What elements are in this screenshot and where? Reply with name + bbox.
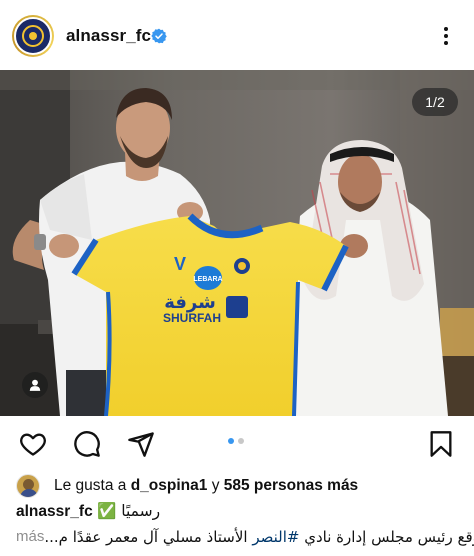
- comment-icon[interactable]: [72, 430, 102, 458]
- jersey-sponsor-shurfah: SHURFAH: [163, 311, 221, 325]
- verified-icon: [151, 28, 167, 44]
- caption-text-2: وقع رئيس مجلس إدارة نادي #النصر الأستاذ …: [44, 528, 474, 546]
- carousel-dot-active: [228, 438, 234, 444]
- carousel-counter: 1/2: [412, 88, 458, 116]
- likes-others[interactable]: 585 personas más: [224, 477, 358, 495]
- likes-summary[interactable]: Le gusta a d_ospina1 y 585 personas más: [16, 474, 358, 498]
- jersey-sponsor-arabic: شرفة: [164, 292, 216, 313]
- caption-more-link[interactable]: más: [16, 528, 44, 546]
- caption-text-2-prefix: وقع رئيس مجلس إدارة نادي: [299, 528, 474, 546]
- club-logo: [14, 17, 52, 55]
- share-icon[interactable]: [126, 430, 156, 458]
- tag-user-icon[interactable]: [22, 372, 48, 398]
- svg-text:V: V: [174, 254, 186, 274]
- caption-line-2: más وقع رئيس مجلس إدارة نادي #النصر الأس…: [16, 528, 474, 546]
- liker-avatar[interactable]: [16, 474, 40, 498]
- likes-connector: y: [211, 477, 220, 494]
- caption-text-2-suffix: الأستاذ مسلي آل معمر عقدًا م...: [44, 528, 253, 546]
- more-options-icon[interactable]: [436, 22, 456, 50]
- caption-hashtag[interactable]: #النصر: [252, 528, 299, 546]
- jersey-sponsor-lebara: LEBARA: [193, 276, 222, 283]
- post-header: alnassr_fc: [0, 0, 474, 72]
- likes-prefix: Le gusta a: [54, 477, 127, 494]
- post-photo[interactable]: LEBARA V شرفة SHURFAH: [0, 70, 474, 416]
- post-username[interactable]: alnassr_fc: [66, 26, 151, 46]
- carousel-dots: [228, 438, 244, 444]
- caption-text-1: رسميًا ✅: [97, 502, 161, 520]
- carousel-dot: [238, 438, 244, 444]
- save-icon[interactable]: [426, 430, 456, 458]
- caption-username[interactable]: alnassr_fc: [16, 503, 93, 520]
- caption-line-1: alnassr_fc رسميًا ✅: [16, 502, 160, 521]
- like-icon[interactable]: [18, 430, 48, 458]
- liker-username[interactable]: d_ospina1: [131, 477, 208, 495]
- profile-avatar[interactable]: [12, 15, 54, 57]
